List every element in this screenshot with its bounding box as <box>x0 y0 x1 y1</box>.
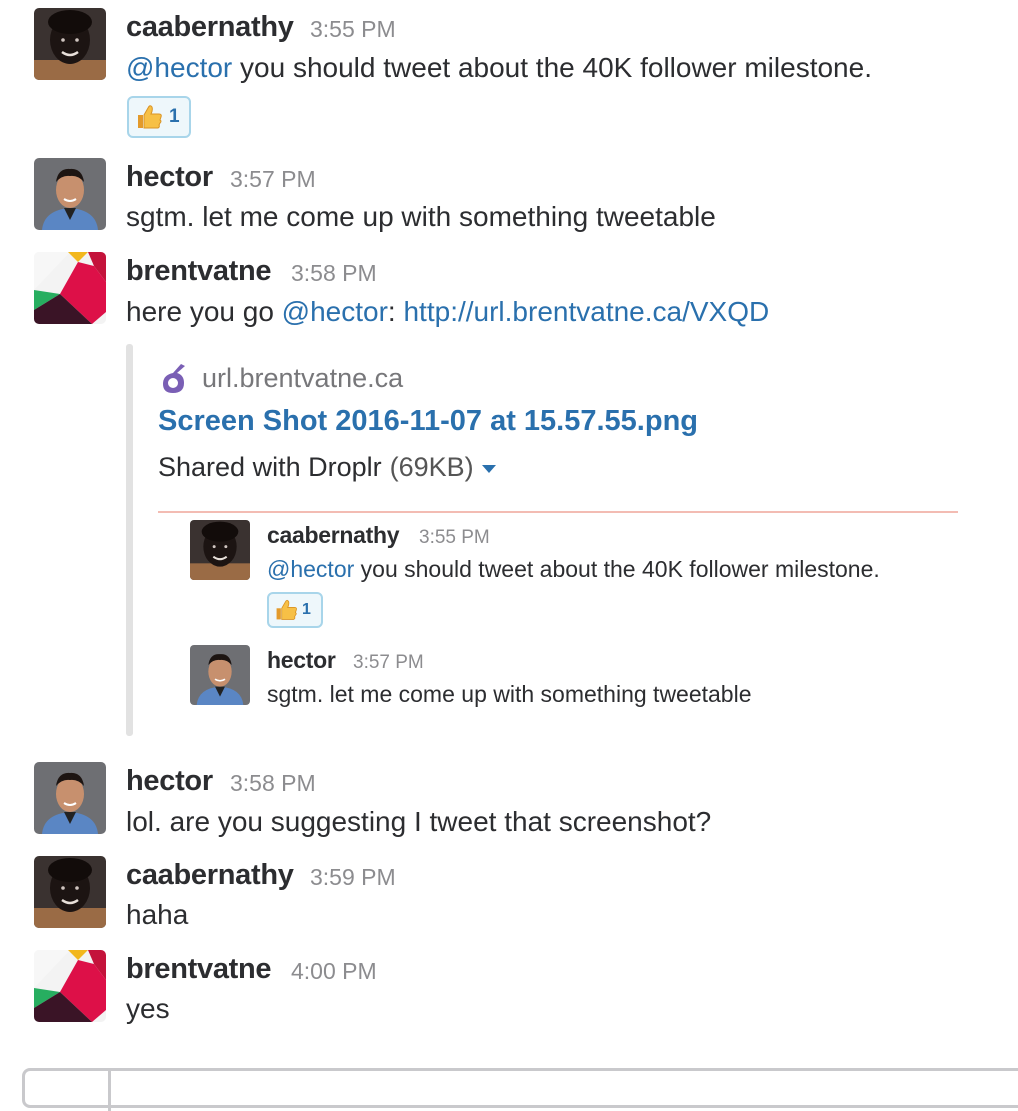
avatar[interactable] <box>190 520 250 580</box>
attachment-description: Shared with Droplr (69KB) <box>158 452 496 483</box>
mention-link[interactable]: @hector <box>126 52 232 83</box>
timestamp[interactable]: 3:57 PM <box>230 166 316 193</box>
attachment-title-link[interactable]: Screen Shot 2016-11-07 at 15.57.55.png <box>158 405 698 438</box>
username[interactable]: brentvatne <box>126 255 272 288</box>
url-link[interactable]: http://url.brentvatne.ca/VXQD <box>403 296 769 327</box>
timestamp[interactable]: 3:57 PM <box>353 652 424 674</box>
avatar[interactable] <box>34 762 106 834</box>
message-body: you should tweet about the 40K follower … <box>354 556 880 582</box>
timestamp[interactable]: 3:55 PM <box>310 16 396 43</box>
username[interactable]: caabernathy <box>126 11 294 44</box>
message-text: here you go @hector: http://url.brentvat… <box>126 296 769 328</box>
avatar[interactable] <box>34 158 106 230</box>
reaction-count: 1 <box>302 601 311 618</box>
username[interactable]: caabernathy <box>126 859 294 892</box>
username[interactable]: brentvatne <box>126 953 272 986</box>
attachment-divider <box>158 511 958 513</box>
message-text: @hector you should tweet about the 40K f… <box>267 556 880 583</box>
thumbs-up-icon <box>135 103 163 131</box>
message-body: sgtm. let me come up with something twee… <box>126 201 716 232</box>
reaction-thumbs-up[interactable]: 1 <box>267 592 323 628</box>
message-body: lol. are you suggesting I tweet that scr… <box>126 806 712 837</box>
avatar[interactable] <box>34 856 106 928</box>
username[interactable]: hector <box>267 647 336 674</box>
mention-link[interactable]: @hector <box>282 296 388 327</box>
droplr-icon <box>160 361 188 395</box>
separator: : <box>387 296 404 327</box>
avatar[interactable] <box>34 950 106 1022</box>
message-body: sgtm. let me come up with something twee… <box>267 681 752 707</box>
message-input[interactable] <box>22 1068 1018 1111</box>
avatar[interactable] <box>34 8 106 80</box>
caret-down-icon[interactable] <box>481 465 496 473</box>
message-body: haha <box>126 899 189 930</box>
reaction-count: 1 <box>169 106 180 127</box>
username[interactable]: caabernathy <box>267 522 400 549</box>
mention-link[interactable]: @hector <box>267 556 354 582</box>
message-text: @hector you should tweet about the 40K f… <box>126 52 872 84</box>
description-text: Shared with Droplr <box>158 452 382 482</box>
message-body: here you go <box>126 296 282 327</box>
reaction-thumbs-up[interactable]: 1 <box>127 96 191 138</box>
username[interactable]: hector <box>126 765 213 798</box>
timestamp[interactable]: 3:55 PM <box>419 527 490 549</box>
service-name[interactable]: url.brentvatne.ca <box>202 363 403 394</box>
avatar[interactable] <box>190 645 250 705</box>
attachment-border <box>126 344 133 736</box>
username[interactable]: hector <box>126 161 213 194</box>
thumbs-up-icon <box>274 598 298 622</box>
timestamp[interactable]: 3:58 PM <box>291 260 377 287</box>
attach-button-divider <box>108 1071 111 1111</box>
message-body: you should tweet about the 40K follower … <box>232 52 872 83</box>
avatar[interactable] <box>34 252 106 324</box>
file-size: (69KB) <box>389 452 474 482</box>
timestamp[interactable]: 3:59 PM <box>310 864 396 891</box>
message-body: yes <box>126 993 170 1024</box>
timestamp[interactable]: 4:00 PM <box>291 958 377 985</box>
timestamp[interactable]: 3:58 PM <box>230 770 316 797</box>
attachment-service: url.brentvatne.ca <box>160 361 403 395</box>
